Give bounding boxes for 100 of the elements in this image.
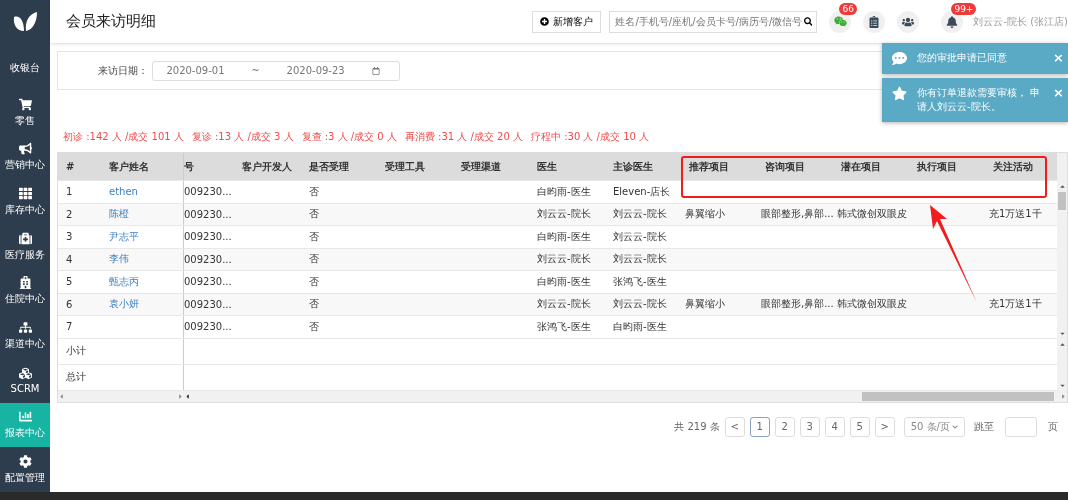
sidebar-item[interactable]: 零售 xyxy=(0,90,50,136)
scrollbar-thumb[interactable] xyxy=(1058,192,1066,210)
table-cell-text: 否 xyxy=(308,297,320,312)
table-cell-text: 4 xyxy=(65,252,74,267)
page-button[interactable]: 3 xyxy=(799,416,820,437)
column-header[interactable]: 医生 xyxy=(529,153,605,180)
column-header[interactable]: 潜在项目 xyxy=(833,153,909,180)
clipboard-button[interactable] xyxy=(863,10,886,33)
table-cell-text: 张鸿飞-医生 xyxy=(536,319,592,334)
customer-link[interactable]: 李伟 xyxy=(101,248,184,270)
table-cell-text: 鼻翼缩小 xyxy=(684,207,726,222)
table-cell-text: 眼部整形,鼻部... xyxy=(760,207,833,222)
chevron-down-icon xyxy=(952,423,958,430)
table-cell-text: 009230... xyxy=(184,320,233,335)
star-icon xyxy=(892,86,907,101)
vertical-scrollbar[interactable] xyxy=(1057,153,1067,339)
table-cell-text: 否 xyxy=(308,229,320,244)
table-cell-text: 韩式微创双眼皮 xyxy=(836,207,908,222)
customer-link[interactable]: 甄志丙 xyxy=(101,271,184,293)
table-cell-text: 1 xyxy=(65,185,74,200)
sidebar-item[interactable]: 营销中心 xyxy=(0,135,50,180)
prev-page-button[interactable]: < xyxy=(724,416,745,437)
table-cell-text: 009230... xyxy=(184,297,233,312)
plus-icon xyxy=(540,17,550,26)
column-header[interactable]: 号 xyxy=(184,153,234,180)
table-cell: 小计 xyxy=(58,338,184,364)
table-cell-text: 鼻翼缩小 xyxy=(684,297,726,312)
caret-left-icon xyxy=(58,392,65,400)
stat-text: 复诊 :13 人 /成交 3 人 xyxy=(191,130,294,144)
table-cell-text: 韩式微创双眼皮 xyxy=(836,297,908,312)
table-cell-text: 009230... xyxy=(184,230,233,245)
sidebar-item[interactable]: 库存中心 xyxy=(0,179,50,225)
horizontal-scrollbar[interactable] xyxy=(58,390,1067,402)
bar-chart-icon xyxy=(18,410,32,424)
column-header[interactable]: 咨询项目 xyxy=(757,153,833,180)
search-icon xyxy=(803,17,813,26)
clipboard-icon xyxy=(868,15,881,28)
sidebar-item[interactable]: SCRM xyxy=(0,358,50,403)
total-count: 共 219 条 xyxy=(674,419,720,434)
column-header[interactable]: 受理工具 xyxy=(377,153,453,180)
sidebar-item[interactable]: 渠道中心 xyxy=(0,313,50,359)
customer-link[interactable]: 袁小妍 xyxy=(101,293,184,315)
search-field[interactable]: 姓名/手机号/座机/会员卡号/病历号/微信号 xyxy=(609,10,818,33)
notification-text: 你有订单退款需要审核， 申请人刘云云-院长。 xyxy=(917,86,1042,114)
table-cell-text: 否 xyxy=(308,207,320,222)
column-header[interactable]: 执行项目 xyxy=(909,153,985,180)
table-cell-text: 否 xyxy=(308,319,320,334)
column-header[interactable]: 客户姓名 xyxy=(101,153,184,180)
column-header[interactable]: 推荐项目 xyxy=(681,153,757,180)
column-header[interactable]: 客户开发人 xyxy=(234,153,301,180)
page-label: 页 xyxy=(1048,419,1058,434)
sidebar-item[interactable]: 医疗服务 xyxy=(0,224,50,269)
count-badge: 99+ xyxy=(951,2,977,15)
customer-link[interactable]: 尹志平 xyxy=(101,226,184,248)
page-button[interactable]: 1 xyxy=(749,416,770,437)
column-header[interactable]: 受理渠道 xyxy=(453,153,529,180)
column-header[interactable]: 关注活动 xyxy=(985,153,1057,180)
medkit-icon xyxy=(18,231,32,245)
table-cell: 总计 xyxy=(58,364,184,390)
column-header[interactable]: 是否受理 xyxy=(301,153,377,180)
chat-bubbles-icon xyxy=(833,15,847,28)
table-cell-text: 否 xyxy=(308,184,320,199)
notifications-button[interactable] xyxy=(941,10,964,33)
page-title: 会员来访明细 xyxy=(66,12,157,31)
sitemap-icon xyxy=(18,320,32,334)
next-page-button[interactable]: > xyxy=(874,416,895,437)
stat-text: 初诊 :142 人 /成交 101 人 xyxy=(63,130,184,144)
table-cell-text: 刘云云-院长 xyxy=(536,297,592,312)
caret-left-icon xyxy=(184,392,191,400)
jump-input[interactable] xyxy=(1005,416,1037,437)
page-button[interactable]: 2 xyxy=(774,416,795,437)
sidebar-item[interactable]: 收银台 xyxy=(0,46,50,91)
table-cell-text: 张鸿飞-医生 xyxy=(612,274,668,289)
table-cell-text: 009230... xyxy=(184,252,233,267)
page-size-select[interactable]: 50 条/页 xyxy=(903,416,965,437)
table-cell-text: 充1万送1千 xyxy=(988,207,1043,222)
sidebar-item[interactable]: 配置管理 xyxy=(0,447,50,492)
jump-label: 跳至 xyxy=(974,419,994,434)
table-cell-text: 6 xyxy=(65,297,74,312)
users-button[interactable] xyxy=(897,10,920,33)
stat-text: 疗程中 :30 人 /成交 10 人 xyxy=(531,130,650,144)
table-cell-text: 白昀雨-医生 xyxy=(536,184,592,199)
sidebar-item[interactable]: 住院中心 xyxy=(0,268,50,314)
column-header[interactable]: # xyxy=(58,153,101,180)
chat-button[interactable] xyxy=(829,10,852,33)
page-button[interactable]: 4 xyxy=(824,416,845,437)
table-cell-text: 白昀雨-医生 xyxy=(536,229,592,244)
table-cell-text: 7 xyxy=(65,320,74,335)
page-button[interactable]: 5 xyxy=(849,416,870,437)
table-cell-text: 刘云云-院长 xyxy=(612,252,668,267)
add-customer-button[interactable]: 新增客户 xyxy=(532,10,602,33)
bell-icon xyxy=(946,15,959,28)
customer-link[interactable]: ethen xyxy=(101,181,184,203)
calendar-icon xyxy=(371,66,380,75)
date-range-field[interactable]: 2020-09-01 ~ 2020-09-23 xyxy=(152,60,400,81)
field-label: 来访日期： xyxy=(98,63,148,78)
table-cell-text: 009230... xyxy=(184,185,233,200)
customer-link[interactable]: 陈橙 xyxy=(101,203,184,225)
column-header[interactable]: 主诊医生 xyxy=(605,153,681,180)
caret-right-icon xyxy=(1060,392,1067,400)
